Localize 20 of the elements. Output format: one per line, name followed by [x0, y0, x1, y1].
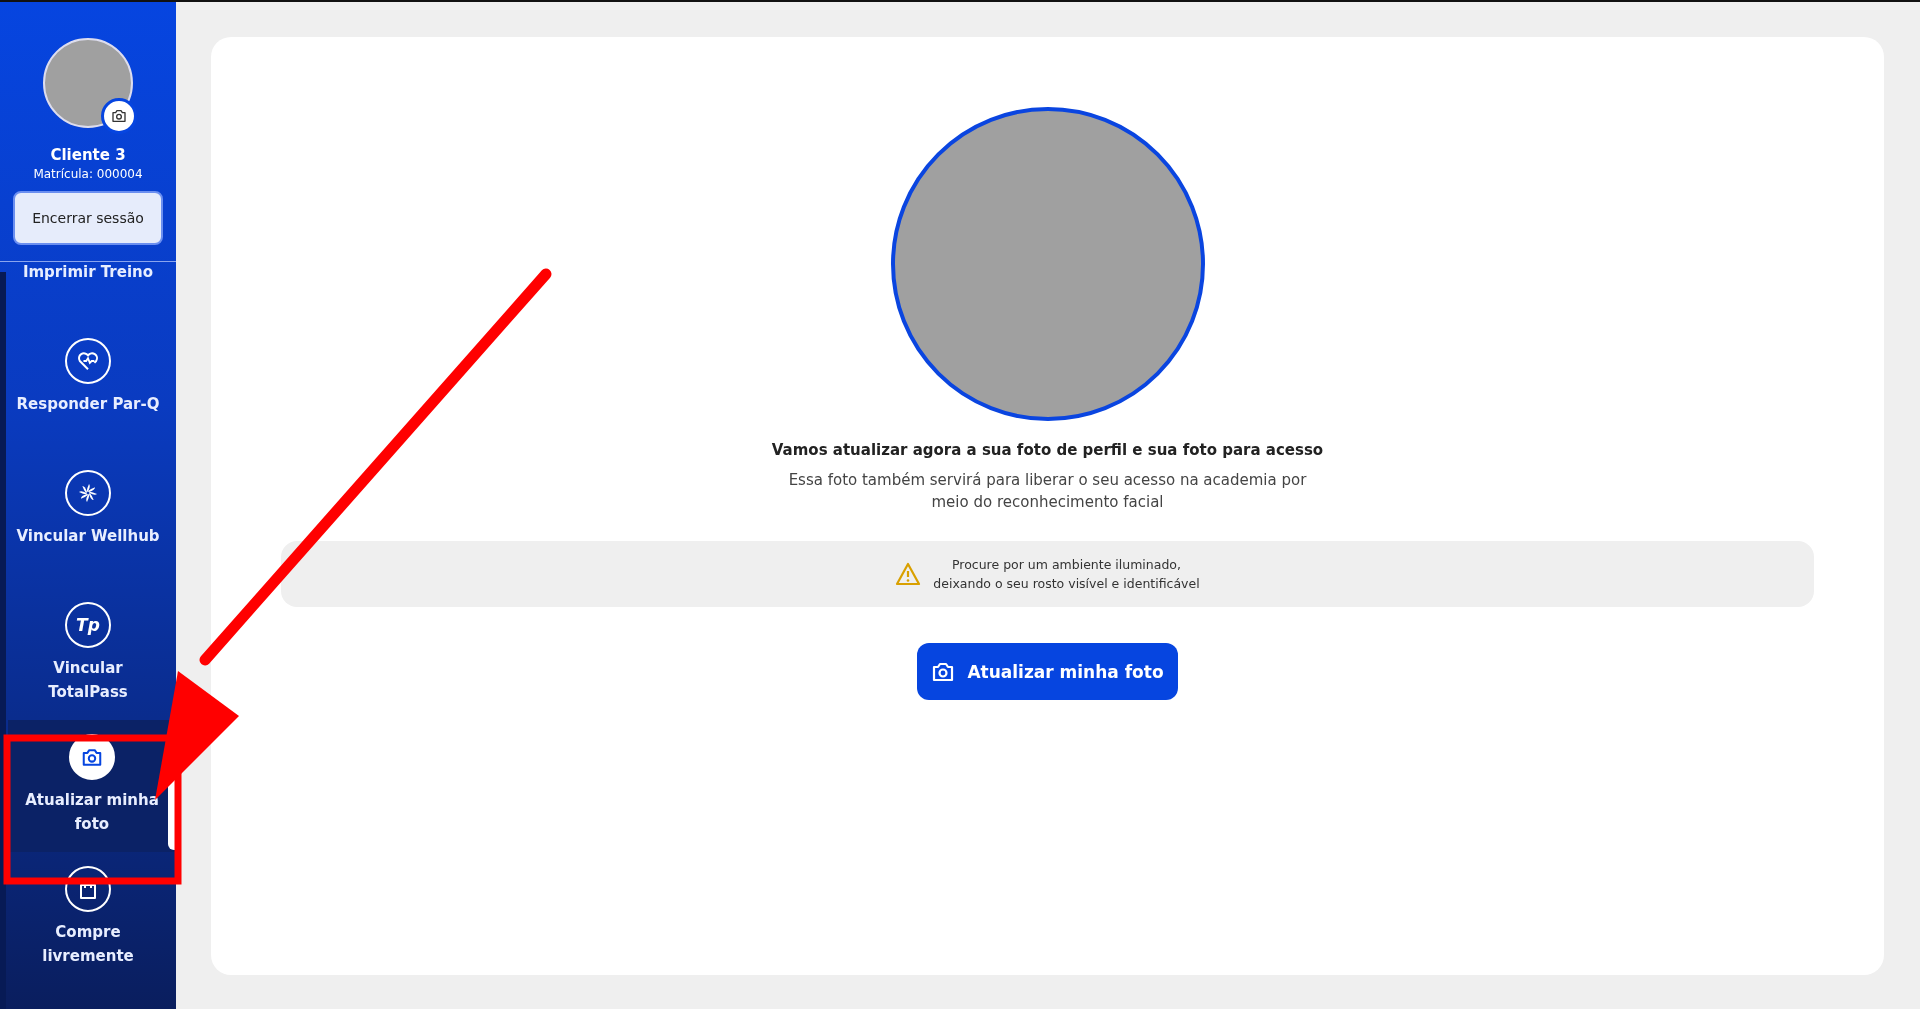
registration-number: Matrícula: 000004 [33, 167, 143, 181]
menu-item[interactable]: Atualizar minha foto [8, 720, 176, 852]
camera-icon [111, 109, 127, 123]
pinwheel-icon [65, 470, 111, 516]
notice-text: Procure por um ambiente iluminado, deixando o seu rosto visível e identificável [933, 556, 1200, 593]
heading: Vamos atualizar agora a sua foto de perfil e sua foto para acesso [771, 441, 1324, 459]
logout-button[interactable]: Encerrar sessão [13, 191, 163, 245]
menu-item[interactable]: Compre livremente [0, 852, 176, 984]
logo-icon: Tp [65, 602, 111, 648]
warning-icon [895, 562, 922, 586]
camera-icon [931, 661, 956, 682]
user-name: Cliente 3 [50, 146, 126, 164]
description: Essa foto também servirá para liberar o seu acesso na academia por meio do reconhecimento facial [787, 470, 1308, 513]
menu-item[interactable]: Tp Vincular TotalPass [0, 588, 176, 720]
menu-item[interactable]: Imprimir Treino [0, 262, 176, 324]
update-photo-button[interactable]: Atualizar minha foto [917, 643, 1178, 700]
menu-item[interactable]: Responder Par-Q [0, 324, 176, 456]
change-photo-button[interactable] [101, 98, 137, 134]
menu-item[interactable]: Vincular Wellhub [0, 456, 176, 588]
heart-pulse-icon [65, 338, 111, 384]
